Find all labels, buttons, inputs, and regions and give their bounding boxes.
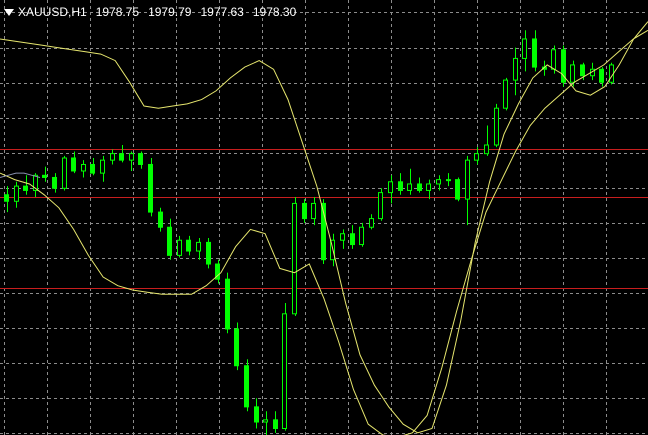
candle-body-bearish xyxy=(4,194,9,202)
candle-body-bearish xyxy=(350,233,355,246)
candle-body-bearish xyxy=(158,211,163,228)
candle-body-bearish xyxy=(206,241,211,265)
candle-body-bullish xyxy=(551,49,556,70)
candle-body-bullish xyxy=(100,159,105,174)
chart-canvas[interactable] xyxy=(0,0,648,435)
candle-body-bullish xyxy=(14,185,19,202)
candle-body-bearish xyxy=(244,365,249,408)
candle-body-bullish xyxy=(62,157,67,189)
candle-body-bullish xyxy=(359,226,364,246)
candle-body-bullish xyxy=(311,202,316,220)
candle-body-bearish xyxy=(71,157,76,172)
candle-body-bullish xyxy=(503,79,508,109)
candle-body-bullish xyxy=(369,218,374,228)
candle-body-bullish xyxy=(522,38,527,59)
candle-body-bullish xyxy=(494,107,499,146)
candle-body-bearish xyxy=(599,68,604,83)
candle-body-bullish xyxy=(570,64,575,83)
candle-body-bullish xyxy=(340,233,345,241)
candle-body-bullish xyxy=(446,179,451,182)
price-chart[interactable]: XAUUSD,H1 1978.75 1979.79 1977.63 1978.3… xyxy=(0,0,648,435)
symbol-timeframe-label: XAUUSD,H1 xyxy=(18,5,87,19)
candle-body-bullish xyxy=(282,313,287,430)
candle-body-bearish xyxy=(42,174,47,178)
candle-body-bearish xyxy=(254,406,259,423)
candle-body-bearish xyxy=(186,239,191,252)
ohlc-low-value: 1977.63 xyxy=(200,5,244,19)
candle-body-bearish xyxy=(455,179,460,200)
candle-body-bullish xyxy=(465,159,470,200)
candle-body-bullish xyxy=(407,183,412,191)
candle-body-bullish xyxy=(426,183,431,191)
triangle-down-icon[interactable] xyxy=(4,8,14,16)
candle-body-bullish xyxy=(129,153,134,161)
candle-body-bearish xyxy=(138,153,143,165)
candle-body-bearish xyxy=(23,185,28,191)
candle-body-bearish xyxy=(580,64,585,77)
candle-body-bullish xyxy=(110,153,115,161)
candle-body-bullish xyxy=(378,192,383,220)
candle-body-bullish xyxy=(292,202,297,315)
candle-body-bearish xyxy=(167,226,172,256)
ohlc-close-value: 1978.30 xyxy=(252,5,297,19)
candle-body-bullish xyxy=(436,179,441,185)
ohlc-high-value: 1979.79 xyxy=(148,5,192,19)
candle-body-bullish xyxy=(513,57,518,81)
candle-body-bullish xyxy=(196,241,201,252)
candle-body-bearish xyxy=(148,163,153,213)
candle-body-bearish xyxy=(52,176,57,189)
candle-body-bearish xyxy=(90,163,95,174)
candle-body-bearish xyxy=(225,278,230,330)
candle-body-bullish xyxy=(484,144,489,155)
candle-body-bullish xyxy=(177,239,182,256)
candle-body-bearish xyxy=(302,202,307,220)
candle-body-bullish xyxy=(388,181,393,194)
symbol-header: XAUUSD,H1 1978.75 1979.79 1977.63 1978.3… xyxy=(4,3,296,21)
candle-body-bearish xyxy=(273,419,278,430)
candle-body-bullish xyxy=(81,163,86,172)
candle-body-bearish xyxy=(119,153,124,161)
candle-body-bearish xyxy=(417,183,422,191)
candle-body-bullish xyxy=(474,153,479,161)
candle-body-bearish xyxy=(532,38,537,68)
candle-body-bearish xyxy=(234,328,239,367)
ohlc-open-value: 1978.75 xyxy=(95,5,140,19)
candle-body-bullish xyxy=(263,419,268,423)
candle-body-bearish xyxy=(398,181,403,191)
